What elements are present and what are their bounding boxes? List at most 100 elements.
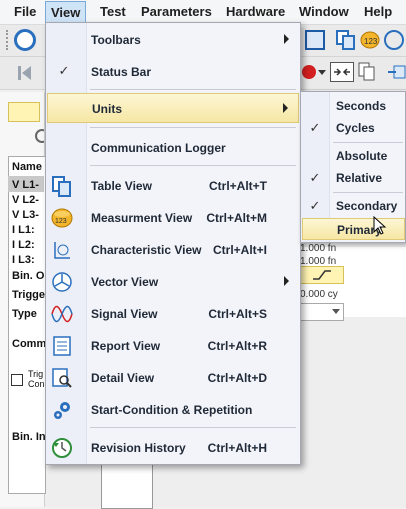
cycles-label: Cycles [336, 121, 375, 135]
checkmark-icon: ✓ [309, 170, 321, 185]
menu-item-start-condition[interactable]: Start-Condition & Repetition [47, 395, 299, 425]
menu-window[interactable]: Window [299, 4, 349, 19]
table-view-icon[interactable] [336, 30, 356, 50]
condition-label: Con [28, 379, 45, 389]
submenu-arrow-icon [284, 34, 289, 44]
menu-hardware[interactable]: Hardware [226, 4, 285, 19]
unit-secondary[interactable]: ✓ Secondary [302, 195, 405, 217]
svg-text:123: 123 [364, 37, 378, 46]
unit-cycles[interactable]: ✓ Cycles [302, 117, 405, 139]
row-v-l3[interactable]: V L3- [12, 209, 39, 221]
row-trigger[interactable]: Trigge [12, 289, 45, 301]
status-bar-label: Status Bar [91, 65, 152, 79]
row-comment: Comm [12, 338, 47, 350]
menu-file[interactable]: File [14, 4, 36, 19]
row-i-l2[interactable]: I L2: [12, 239, 35, 251]
type-select[interactable] [300, 303, 344, 321]
menu-item-units[interactable]: Units [47, 93, 299, 123]
row-bin-out[interactable]: Bin. O [12, 270, 44, 282]
signal-view-icon [51, 303, 73, 325]
trigger-label: Trig [28, 369, 44, 379]
start-condition-label: Start-Condition & Repetition [91, 403, 253, 417]
menu-item-toolbars[interactable]: Toolbars [47, 25, 299, 55]
menu-item-characteristic-view[interactable]: Characteristic View Ctrl+Alt+I [47, 235, 299, 265]
parameter-panel: Name V L1- V L2- V L3- I L1: I L2: I L3:… [0, 92, 49, 507]
row-v-l1[interactable]: V L1- [12, 179, 39, 191]
menu-item-detail-view[interactable]: Detail View Ctrl+Alt+D [47, 363, 299, 393]
measurement-view-shortcut: Ctrl+Alt+M [206, 211, 267, 225]
seconds-label: Seconds [336, 99, 387, 113]
stop-icon[interactable] [302, 65, 316, 79]
submenu-separator [333, 142, 403, 143]
panel-tab[interactable] [8, 102, 40, 122]
unit-absolute[interactable]: Absolute [302, 145, 405, 167]
unit-relative[interactable]: ✓ Relative [302, 167, 405, 189]
communication-logger-label: Communication Logger [91, 141, 226, 155]
detail-view-label: Detail View [91, 371, 155, 385]
grid-cell [101, 462, 153, 509]
measurement-view-icon: 123 [51, 207, 73, 229]
relative-label: Relative [336, 171, 383, 185]
menu-view[interactable]: View [45, 1, 87, 23]
menu-item-revision-history[interactable]: Revision History Ctrl+Alt+H [47, 433, 299, 463]
save-icon[interactable] [305, 30, 325, 50]
checkmark-icon: ✓ [309, 198, 321, 213]
menu-item-status-bar[interactable]: ✓ Status Bar [47, 57, 299, 87]
clock-icon[interactable] [14, 29, 36, 51]
gears-icon [51, 399, 73, 421]
menu-separator [90, 127, 296, 128]
menu-item-vector-view[interactable]: Vector View [47, 267, 299, 297]
table-view-label: Table View [91, 179, 152, 193]
unit-primary[interactable]: Primary [302, 218, 405, 240]
characteristic-view-shortcut: Ctrl+Alt+I [212, 243, 267, 257]
menu-separator [90, 165, 296, 166]
stop-dropdown-icon[interactable] [318, 70, 326, 75]
svg-text:123: 123 [55, 218, 67, 225]
menu-item-communication-logger[interactable]: Communication Logger [47, 133, 299, 163]
table-view-icon [51, 175, 73, 197]
vector-view-icon [51, 271, 73, 293]
table-view-shortcut: Ctrl+Alt+T [208, 179, 267, 193]
bin-out-edge-icon[interactable] [300, 266, 344, 284]
copy-icon[interactable] [358, 62, 376, 82]
menu-item-report-view[interactable]: Report View Ctrl+Alt+R [47, 331, 299, 361]
row-type[interactable]: Type [12, 308, 37, 320]
revision-history-icon [51, 437, 73, 459]
menu-help[interactable]: Help [364, 4, 392, 19]
vector-view-label: Vector View [91, 275, 159, 289]
fit-icon[interactable] [330, 62, 354, 82]
checkmark-icon: ✓ [58, 63, 70, 78]
row-bin-in: Bin. In [12, 431, 46, 443]
units-submenu: Seconds ✓ Cycles Absolute ✓ Relative ✓ S… [300, 91, 406, 243]
detail-view-shortcut: Ctrl+Alt+D [207, 371, 267, 385]
row-i-l1[interactable]: I L1: [12, 224, 35, 236]
menu-test[interactable]: Test [100, 4, 126, 19]
signal-view-label: Signal View [91, 307, 158, 321]
trigger-checkbox[interactable] [11, 374, 23, 386]
menu-item-table-view[interactable]: Table View Ctrl+Alt+T [47, 171, 299, 201]
submenu-arrow-icon [283, 103, 288, 113]
submenu-arrow-icon [284, 276, 289, 286]
view-menu: Toolbars ✓ Status Bar Units Communicatio… [45, 22, 301, 465]
row-i-l3[interactable]: I L3: [12, 254, 35, 266]
chevron-down-icon [332, 309, 340, 314]
absolute-label: Absolute [336, 149, 388, 163]
menu-separator [90, 427, 296, 428]
row-v-l2[interactable]: V L2- [12, 194, 39, 206]
secondary-label: Secondary [336, 199, 398, 213]
gear-icon[interactable] [34, 128, 49, 144]
menu-item-measurement-view[interactable]: 123 Measurment View Ctrl+Alt+M [47, 203, 299, 233]
mouse-cursor-icon [373, 215, 387, 236]
unit-seconds[interactable]: Seconds [302, 95, 405, 117]
characteristic-view-icon [51, 239, 73, 261]
units-label: Units [92, 102, 122, 116]
characteristic-view-label: Characteristic View [91, 243, 202, 257]
menu-item-signal-view[interactable]: Signal View Ctrl+Alt+S [47, 299, 299, 329]
characteristic-icon[interactable] [384, 30, 404, 50]
export-icon[interactable] [388, 64, 406, 80]
report-view-shortcut: Ctrl+Alt+R [207, 339, 267, 353]
menu-parameters[interactable]: Parameters [141, 4, 212, 19]
measurement-icon[interactable]: 123 [360, 30, 380, 50]
revision-history-shortcut: Ctrl+Alt+H [207, 441, 267, 455]
first-step-icon[interactable] [18, 65, 32, 81]
